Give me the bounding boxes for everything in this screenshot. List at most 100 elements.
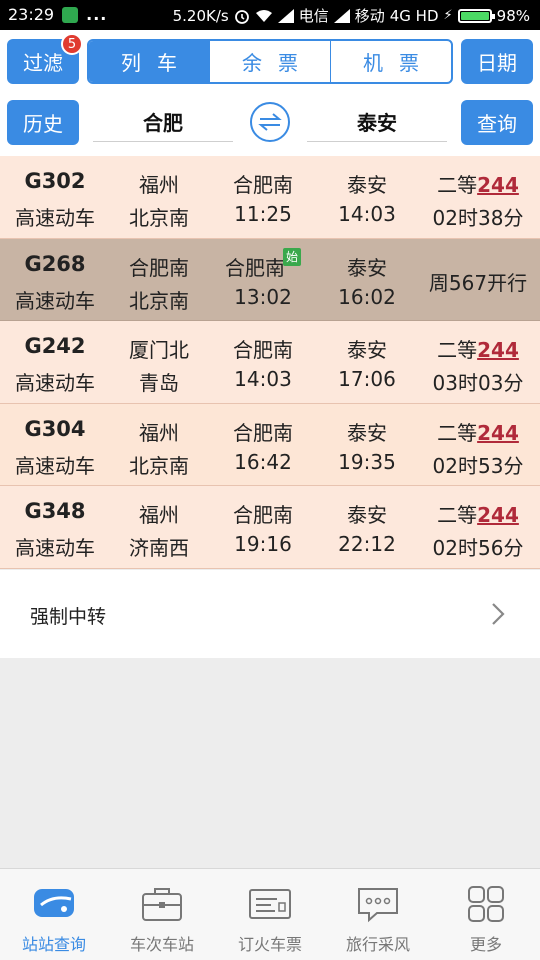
briefcase-icon — [142, 888, 182, 921]
chevron-right-icon — [492, 603, 505, 625]
arrive-station: 泰安 — [347, 338, 387, 363]
train-row[interactable]: G268 高速动车 合肥南 北京南 合肥南始 13:02 泰安 16:02 周5… — [0, 238, 540, 322]
app-notification-icon — [62, 6, 79, 23]
terminal-station: 北京南 — [129, 453, 189, 478]
train-number: G242 — [24, 334, 86, 359]
battery-icon — [457, 8, 495, 23]
origin-station: 厦门北 — [129, 338, 189, 363]
duration: 02时56分 — [432, 536, 524, 561]
nav-travel[interactable]: 旅行采风 — [324, 869, 432, 960]
arrive-station: 泰安 — [347, 420, 387, 445]
nav-label: 订火车票 — [237, 935, 302, 954]
train-type: 高速动车 — [15, 206, 95, 230]
to-station-field[interactable]: 泰安 — [307, 102, 447, 142]
status-time: 23:29 — [8, 5, 55, 24]
depart-time: 14:03 — [234, 367, 292, 392]
train-number: G302 — [24, 169, 86, 193]
network-type: 4G HD — [389, 6, 439, 25]
train-type: 高速动车 — [15, 536, 95, 561]
train-row[interactable]: G304 高速动车 福州 北京南 合肥南 16:42 泰安 19:35 二等24… — [0, 403, 540, 487]
swap-icon — [258, 113, 282, 131]
train-row[interactable]: G302 高速动车 福州 北京南 合肥南 11:25 泰安 14:03 二等24… — [0, 156, 540, 239]
train-type: 高速动车 — [15, 288, 95, 313]
seat-price: 二等244 — [416, 417, 540, 446]
train-row[interactable]: G348 高速动车 福州 济南西 合肥南 19:16 泰安 22:12 二等24… — [0, 486, 540, 569]
depart-time: 19:16 — [234, 532, 292, 557]
nav-label: 车次车站 — [129, 935, 194, 954]
network-speed: 5.20K/s — [172, 6, 229, 25]
filter-count-badge: 5 — [61, 33, 83, 55]
origin-station: 福州 — [139, 420, 179, 445]
arrive-station: 泰安 — [347, 503, 387, 528]
origin-tag: 始 — [283, 247, 301, 266]
arrive-time: 14:03 — [338, 202, 396, 226]
train-number: G304 — [24, 416, 86, 441]
query-button[interactable]: 查询 — [461, 100, 533, 145]
seat-price: 二等244 — [416, 169, 540, 198]
train-list: G302 高速动车 福州 北京南 合肥南 11:25 泰安 14:03 二等24… — [0, 156, 540, 569]
battery-level: 98% — [496, 6, 530, 25]
train-icon — [34, 889, 74, 917]
depart-station: 合肥南 — [233, 420, 293, 445]
duration: 02时38分 — [432, 206, 524, 230]
terminal-station: 北京南 — [129, 206, 189, 230]
tab-remaining-tickets[interactable]: 余票 — [209, 41, 330, 82]
forced-transfer-label: 强制中转 — [30, 606, 107, 628]
nav-more[interactable]: 更多 — [432, 869, 540, 960]
arrive-time: 22:12 — [338, 532, 396, 557]
arrive-station: 泰安 — [347, 255, 387, 280]
nav-train-station[interactable]: 车次车站 — [108, 869, 216, 960]
train-type: 高速动车 — [15, 453, 95, 478]
origin-station: 合肥南 — [129, 255, 189, 280]
depart-station: 合肥南始 — [208, 247, 318, 281]
wifi-icon — [255, 9, 272, 22]
grid-icon — [468, 886, 504, 922]
date-button[interactable]: 日期 — [461, 39, 533, 84]
train-row[interactable]: G242 高速动车 厦门北 青岛 合肥南 14:03 泰安 17:06 二等24… — [0, 321, 540, 404]
history-button[interactable]: 历史 — [7, 100, 79, 145]
price-link[interactable]: 244 — [477, 338, 519, 362]
price-link[interactable]: 244 — [477, 173, 519, 197]
alarm-icon — [234, 9, 249, 24]
price-link[interactable]: 244 — [477, 421, 519, 445]
origin-station: 福州 — [139, 503, 179, 528]
depart-time: 13:02 — [234, 284, 292, 309]
origin-station: 福州 — [139, 173, 179, 197]
terminal-station: 北京南 — [129, 288, 189, 313]
seat-class: 二等 — [437, 420, 478, 445]
arrive-station: 泰安 — [347, 173, 387, 197]
chat-icon — [358, 888, 398, 923]
depart-time: 11:25 — [234, 202, 292, 226]
more-notifications-icon: ... — [86, 5, 108, 24]
running-days: 周567开行 — [428, 270, 528, 295]
nav-book-ticket[interactable]: 订火车票 — [216, 869, 324, 960]
duration: 02时53分 — [432, 453, 524, 478]
tab-flight[interactable]: 机票 — [330, 41, 451, 82]
seat-class: 二等 — [437, 338, 478, 363]
duration: 03时03分 — [432, 371, 524, 396]
arrive-time: 19:35 — [338, 449, 396, 474]
seat-class: 二等 — [437, 503, 478, 528]
train-type: 高速动车 — [15, 371, 95, 396]
signal-icon — [277, 8, 294, 23]
forced-transfer-row[interactable]: 强制中转 — [0, 570, 540, 658]
seat-price: 二等244 — [416, 499, 540, 528]
seat-class: 二等 — [437, 173, 478, 197]
depart-station: 合肥南 — [233, 338, 293, 363]
nav-station-query[interactable]: 站站查询 — [0, 869, 108, 960]
filter-button[interactable]: 过滤 5 — [7, 33, 83, 84]
arrive-time: 17:06 — [338, 367, 396, 392]
train-number: G268 — [24, 251, 86, 276]
from-station-field[interactable]: 合肥 — [93, 102, 233, 142]
depart-station: 合肥南 — [233, 173, 293, 197]
filter-label: 过滤 — [23, 51, 63, 75]
tab-train[interactable]: 列车 — [89, 41, 209, 82]
bottom-navigation: 站站查询 车次车站 订火车票 旅行采风 更多 — [0, 868, 540, 960]
mode-tabs: 列车 余票 机票 — [87, 39, 453, 84]
train-number: G348 — [24, 499, 86, 524]
price-link[interactable]: 244 — [477, 503, 519, 527]
search-header: 过滤 5 列车 余票 机票 日期 历史 合肥 泰安 查询 — [0, 30, 540, 156]
carrier-1: 电信 — [298, 7, 329, 25]
swap-stations-button[interactable] — [250, 102, 290, 142]
depart-time: 16:42 — [234, 449, 292, 474]
